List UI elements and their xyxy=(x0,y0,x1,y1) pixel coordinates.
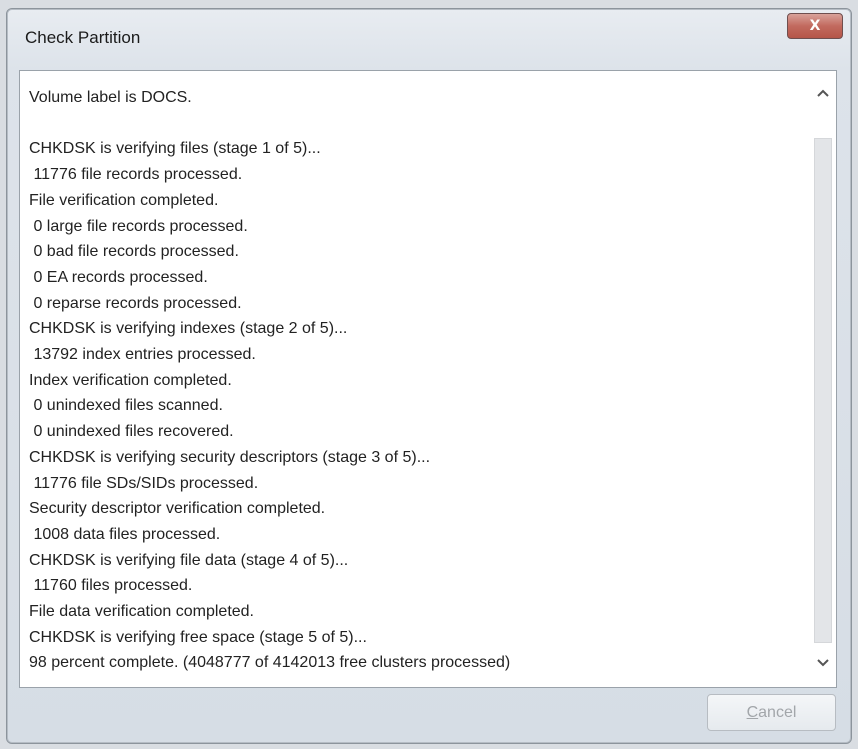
chevron-up-icon xyxy=(817,89,829,97)
log-line: 0 unindexed files scanned. xyxy=(29,397,223,415)
log-line: CHKDSK is verifying indexes (stage 2 of … xyxy=(29,320,348,338)
log-line: File verification completed. xyxy=(29,191,219,209)
log-line: 1008 data files processed. xyxy=(29,525,221,543)
log-line: Volume label is DOCS. xyxy=(29,89,192,106)
log-line: 0 unindexed files recovered. xyxy=(29,423,234,441)
scroll-thumb[interactable] xyxy=(814,138,832,643)
close-icon: X xyxy=(809,18,821,34)
log-line: 11776 file records processed. xyxy=(29,166,243,184)
log-line: 0 bad file records processed. xyxy=(29,243,239,261)
cancel-button[interactable]: Cancel xyxy=(707,694,836,731)
chevron-down-icon xyxy=(817,659,829,667)
log-line: CHKDSK is verifying free space (stage 5 … xyxy=(29,628,367,646)
vertical-scrollbar[interactable] xyxy=(811,72,835,686)
log-line: 98 percent complete. (4048777 of 4142013… xyxy=(29,654,511,672)
log-line: 0 reparse records processed. xyxy=(29,294,242,312)
log-line: Security descriptor verification complet… xyxy=(29,500,326,518)
output-textarea[interactable]: Volume label is DOCS. CHKDSK is verifying… xyxy=(19,70,837,688)
scroll-up-button[interactable] xyxy=(813,82,833,104)
log-line: CHKDSK is verifying file data (stage 4 o… xyxy=(29,551,349,569)
close-button[interactable]: X xyxy=(787,13,843,39)
dialog-title: Check Partition xyxy=(25,28,141,47)
log-line: 0 EA records processed. xyxy=(29,268,208,286)
cancel-label: ancel xyxy=(758,703,797,721)
log-line: Index verification completed. xyxy=(29,371,232,389)
title-bar: Check Partition X xyxy=(7,9,851,61)
log-line: CHKDSK is verifying security descriptors… xyxy=(29,448,431,466)
log-line: File data verification completed. xyxy=(29,603,254,621)
log-line: CHKDSK is verifying files (stage 1 of 5)… xyxy=(29,140,321,158)
log-line: 11760 files processed. xyxy=(29,577,193,595)
scroll-track[interactable] xyxy=(814,138,832,643)
check-partition-dialog: Check Partition X Volume label is DOCS. C… xyxy=(6,8,852,744)
scroll-down-button[interactable] xyxy=(813,652,833,674)
log-line: 11776 file SDs/SIDs processed. xyxy=(29,474,259,492)
chkdsk-log: Volume label is DOCS. CHKDSK is verifying… xyxy=(29,85,799,683)
log-line: 0 large file records processed. xyxy=(29,217,248,235)
log-line: 13792 index entries processed. xyxy=(29,346,256,364)
cancel-accelerator: C xyxy=(746,703,759,721)
